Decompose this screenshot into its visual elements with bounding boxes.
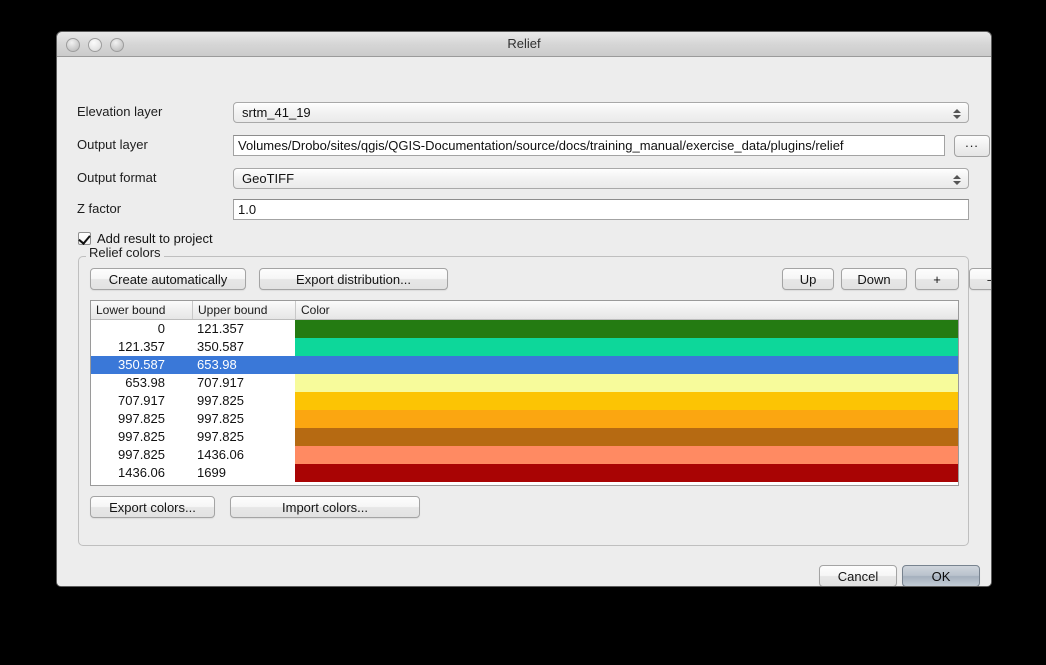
cell-lower-bound[interactable]: 350.587: [91, 356, 192, 374]
cell-color-swatch[interactable]: [295, 374, 958, 392]
z-factor-value: 1.0: [238, 202, 256, 217]
table-body: 0121.357121.357350.587350.587653.98653.9…: [91, 320, 958, 482]
table-row[interactable]: 121.357350.587: [91, 338, 958, 356]
cell-lower-bound[interactable]: 0: [91, 320, 192, 338]
column-header-color[interactable]: Color: [295, 301, 958, 319]
move-down-button[interactable]: Down: [841, 268, 907, 290]
create-automatically-button[interactable]: Create automatically: [90, 268, 246, 290]
export-distribution-button[interactable]: Export distribution...: [259, 268, 448, 290]
cell-lower-bound[interactable]: 997.825: [91, 446, 192, 464]
table-row[interactable]: 997.825997.825: [91, 410, 958, 428]
cell-lower-bound[interactable]: 653.98: [91, 374, 192, 392]
cell-color-swatch[interactable]: [295, 356, 958, 374]
cell-lower-bound[interactable]: 997.825: [91, 410, 192, 428]
move-up-button[interactable]: Up: [782, 268, 834, 290]
cancel-button[interactable]: Cancel: [819, 565, 897, 587]
elevation-layer-row: Elevation layer srtm_41_19: [57, 102, 991, 124]
cell-upper-bound[interactable]: 350.587: [192, 338, 295, 356]
output-format-combo[interactable]: GeoTIFF: [233, 168, 969, 189]
cell-lower-bound[interactable]: 121.357: [91, 338, 192, 356]
table-row[interactable]: 350.587653.98: [91, 356, 958, 374]
relief-dialog: Relief Elevation layer srtm_41_19 Output…: [56, 31, 992, 587]
elevation-layer-value: srtm_41_19: [242, 105, 311, 120]
output-layer-input[interactable]: Volumes/Drobo/sites/qgis/QGIS-Documentat…: [233, 135, 945, 156]
cell-upper-bound[interactable]: 653.98: [192, 356, 295, 374]
cell-lower-bound[interactable]: 1436.06: [91, 464, 192, 482]
table-row[interactable]: 997.8251436.06: [91, 446, 958, 464]
output-layer-row: Output layer Volumes/Drobo/sites/qgis/QG…: [57, 135, 991, 157]
table-row[interactable]: 0121.357: [91, 320, 958, 338]
output-layer-value: Volumes/Drobo/sites/qgis/QGIS-Documentat…: [238, 138, 844, 153]
output-layer-label: Output layer: [77, 137, 148, 152]
checkbox-checked-icon[interactable]: [78, 232, 91, 245]
browse-button[interactable]: ...: [954, 135, 990, 157]
cell-color-swatch[interactable]: [295, 338, 958, 356]
table-row[interactable]: 997.825997.825: [91, 428, 958, 446]
relief-colors-groupbox: Create automatically Export distribution…: [78, 256, 969, 546]
output-format-value: GeoTIFF: [242, 171, 294, 186]
elevation-layer-label: Elevation layer: [77, 104, 162, 119]
cell-upper-bound[interactable]: 121.357: [192, 320, 295, 338]
cell-color-swatch[interactable]: [295, 428, 958, 446]
add-result-checkbox-row[interactable]: Add result to project: [78, 230, 213, 246]
relief-colors-group-label: Relief colors: [86, 245, 164, 260]
cell-upper-bound[interactable]: 997.825: [192, 410, 295, 428]
z-factor-label: Z factor: [77, 201, 121, 216]
cell-color-swatch[interactable]: [295, 464, 958, 482]
ok-button[interactable]: OK: [902, 565, 980, 587]
cell-upper-bound[interactable]: 1699: [192, 464, 295, 482]
cell-color-swatch[interactable]: [295, 392, 958, 410]
cell-upper-bound[interactable]: 997.825: [192, 428, 295, 446]
add-row-button[interactable]: +: [915, 268, 959, 290]
relief-colors-table[interactable]: Lower bound Upper bound Color 0121.35712…: [90, 300, 959, 486]
z-factor-input[interactable]: 1.0: [233, 199, 969, 220]
cell-upper-bound[interactable]: 997.825: [192, 392, 295, 410]
table-row[interactable]: 653.98707.917: [91, 374, 958, 392]
cell-lower-bound[interactable]: 707.917: [91, 392, 192, 410]
cell-upper-bound[interactable]: 1436.06: [192, 446, 295, 464]
table-header-row: Lower bound Upper bound Color: [91, 301, 958, 320]
cell-upper-bound[interactable]: 707.917: [192, 374, 295, 392]
cell-lower-bound[interactable]: 997.825: [91, 428, 192, 446]
elevation-layer-combo[interactable]: srtm_41_19: [233, 102, 969, 123]
cell-color-swatch[interactable]: [295, 410, 958, 428]
z-factor-row: Z factor 1.0: [57, 199, 991, 221]
dialog-title: Relief: [57, 36, 991, 51]
chevron-updown-icon: [949, 170, 964, 189]
add-result-label: Add result to project: [97, 231, 213, 246]
dialog-titlebar[interactable]: Relief: [57, 32, 991, 57]
column-header-lower-bound[interactable]: Lower bound: [91, 301, 192, 319]
dialog-body: Elevation layer srtm_41_19 Output layer …: [57, 57, 991, 586]
cell-color-swatch[interactable]: [295, 320, 958, 338]
cell-color-swatch[interactable]: [295, 446, 958, 464]
table-row[interactable]: 707.917997.825: [91, 392, 958, 410]
column-header-upper-bound[interactable]: Upper bound: [192, 301, 295, 319]
screen-background: Relief Elevation layer srtm_41_19 Output…: [0, 0, 1046, 665]
output-format-row: Output format GeoTIFF: [57, 168, 991, 190]
export-colors-button[interactable]: Export colors...: [90, 496, 215, 518]
remove-row-button[interactable]: –: [969, 268, 992, 290]
table-row[interactable]: 1436.061699: [91, 464, 958, 482]
chevron-updown-icon: [949, 104, 964, 123]
output-format-label: Output format: [77, 170, 156, 185]
import-colors-button[interactable]: Import colors...: [230, 496, 420, 518]
